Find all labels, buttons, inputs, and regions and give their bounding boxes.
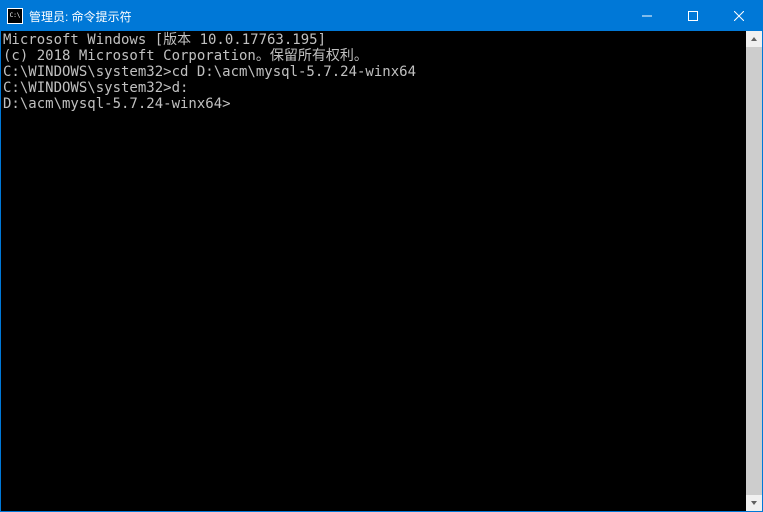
terminal-line: D:\acm\mysql-5.7.24-winx64> xyxy=(3,96,746,112)
terminal-line: C:\WINDOWS\system32>d: xyxy=(3,80,746,96)
command-prompt-window: C:\ 管理员: 命令提示符 Microsoft Windows [版本 10.… xyxy=(0,0,763,512)
minimize-button[interactable] xyxy=(624,1,670,31)
terminal-area: Microsoft Windows [版本 10.0.17763.195](c)… xyxy=(1,31,762,511)
terminal-line: Microsoft Windows [版本 10.0.17763.195] xyxy=(3,32,746,48)
chevron-up-icon xyxy=(750,35,758,43)
terminal-line: C:\WINDOWS\system32>cd D:\acm\mysql-5.7.… xyxy=(3,64,746,80)
terminal-line: (c) 2018 Microsoft Corporation。保留所有权利。 xyxy=(3,48,746,64)
scroll-track[interactable] xyxy=(746,47,762,495)
chevron-down-icon xyxy=(750,499,758,507)
app-icon-text: C:\ xyxy=(10,13,21,19)
scroll-up-button[interactable] xyxy=(746,31,762,47)
window-controls xyxy=(624,1,762,31)
scroll-thumb[interactable] xyxy=(746,47,762,495)
titlebar[interactable]: C:\ 管理员: 命令提示符 xyxy=(1,1,762,31)
close-button[interactable] xyxy=(716,1,762,31)
close-icon xyxy=(734,11,744,21)
window-title: 管理员: 命令提示符 xyxy=(29,8,624,25)
minimize-icon xyxy=(642,11,652,21)
maximize-button[interactable] xyxy=(670,1,716,31)
terminal-output[interactable]: Microsoft Windows [版本 10.0.17763.195](c)… xyxy=(1,31,746,511)
cursor xyxy=(231,98,239,112)
scroll-down-button[interactable] xyxy=(746,495,762,511)
maximize-icon xyxy=(688,11,698,21)
vertical-scrollbar[interactable] xyxy=(746,31,762,511)
app-icon: C:\ xyxy=(7,8,23,24)
